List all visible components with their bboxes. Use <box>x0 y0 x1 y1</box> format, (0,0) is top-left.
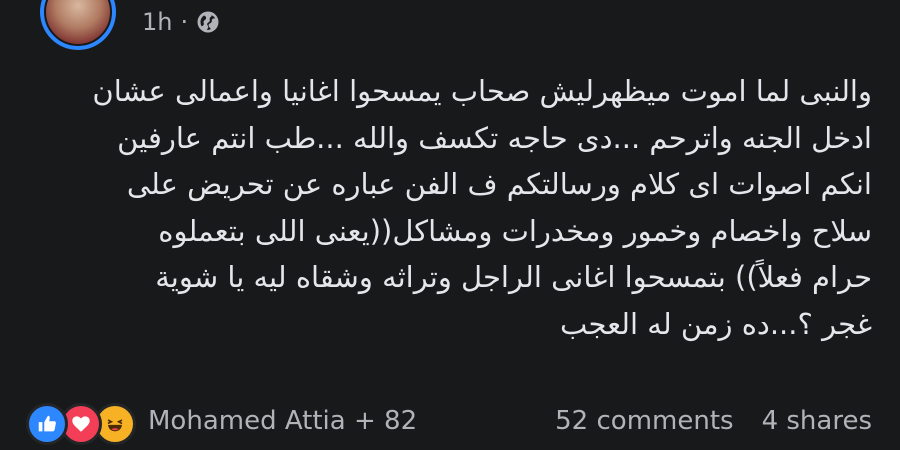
post-meta: 1h · <box>142 8 220 36</box>
post-text-line: غجر ؟...ده زمن له العجب <box>560 306 872 341</box>
reactors-summary[interactable]: Mohamed Attia + 82 <box>148 406 417 436</box>
post-text-line: حرام فعلاً)) بتمسحوا اغانى الراجل وتراثه… <box>155 260 872 294</box>
shares-count[interactable]: 4 shares <box>762 406 872 436</box>
globe-icon[interactable] <box>196 10 220 34</box>
post-body: والنبى لما اموت ميظهرليش صحاب يمسحوا اغا… <box>32 68 872 347</box>
like-icon <box>26 403 68 445</box>
post-text-line: انكم اصوات اى كلام ورسالتكم ف الفن عباره… <box>126 167 872 201</box>
reaction-icons[interactable] <box>26 403 136 445</box>
post-text-line: ادخل الجنه واترحم ...دى حاجه تكسف والله … <box>117 120 872 155</box>
avatar-image <box>44 0 112 46</box>
author-avatar[interactable] <box>40 0 116 50</box>
meta-separator: · <box>180 8 189 36</box>
engagement-stats: 52 comments 4 shares <box>555 406 872 436</box>
post-timestamp[interactable]: 1h <box>142 8 172 36</box>
comments-count[interactable]: 52 comments <box>555 406 733 436</box>
post-text-line: والنبى لما اموت ميظهرليش صحاب يمسحوا اغا… <box>92 74 872 108</box>
post-text-line: سلاح واخصام وخمور ومخدرات ومشاكل((يعنى ا… <box>158 213 872 248</box>
